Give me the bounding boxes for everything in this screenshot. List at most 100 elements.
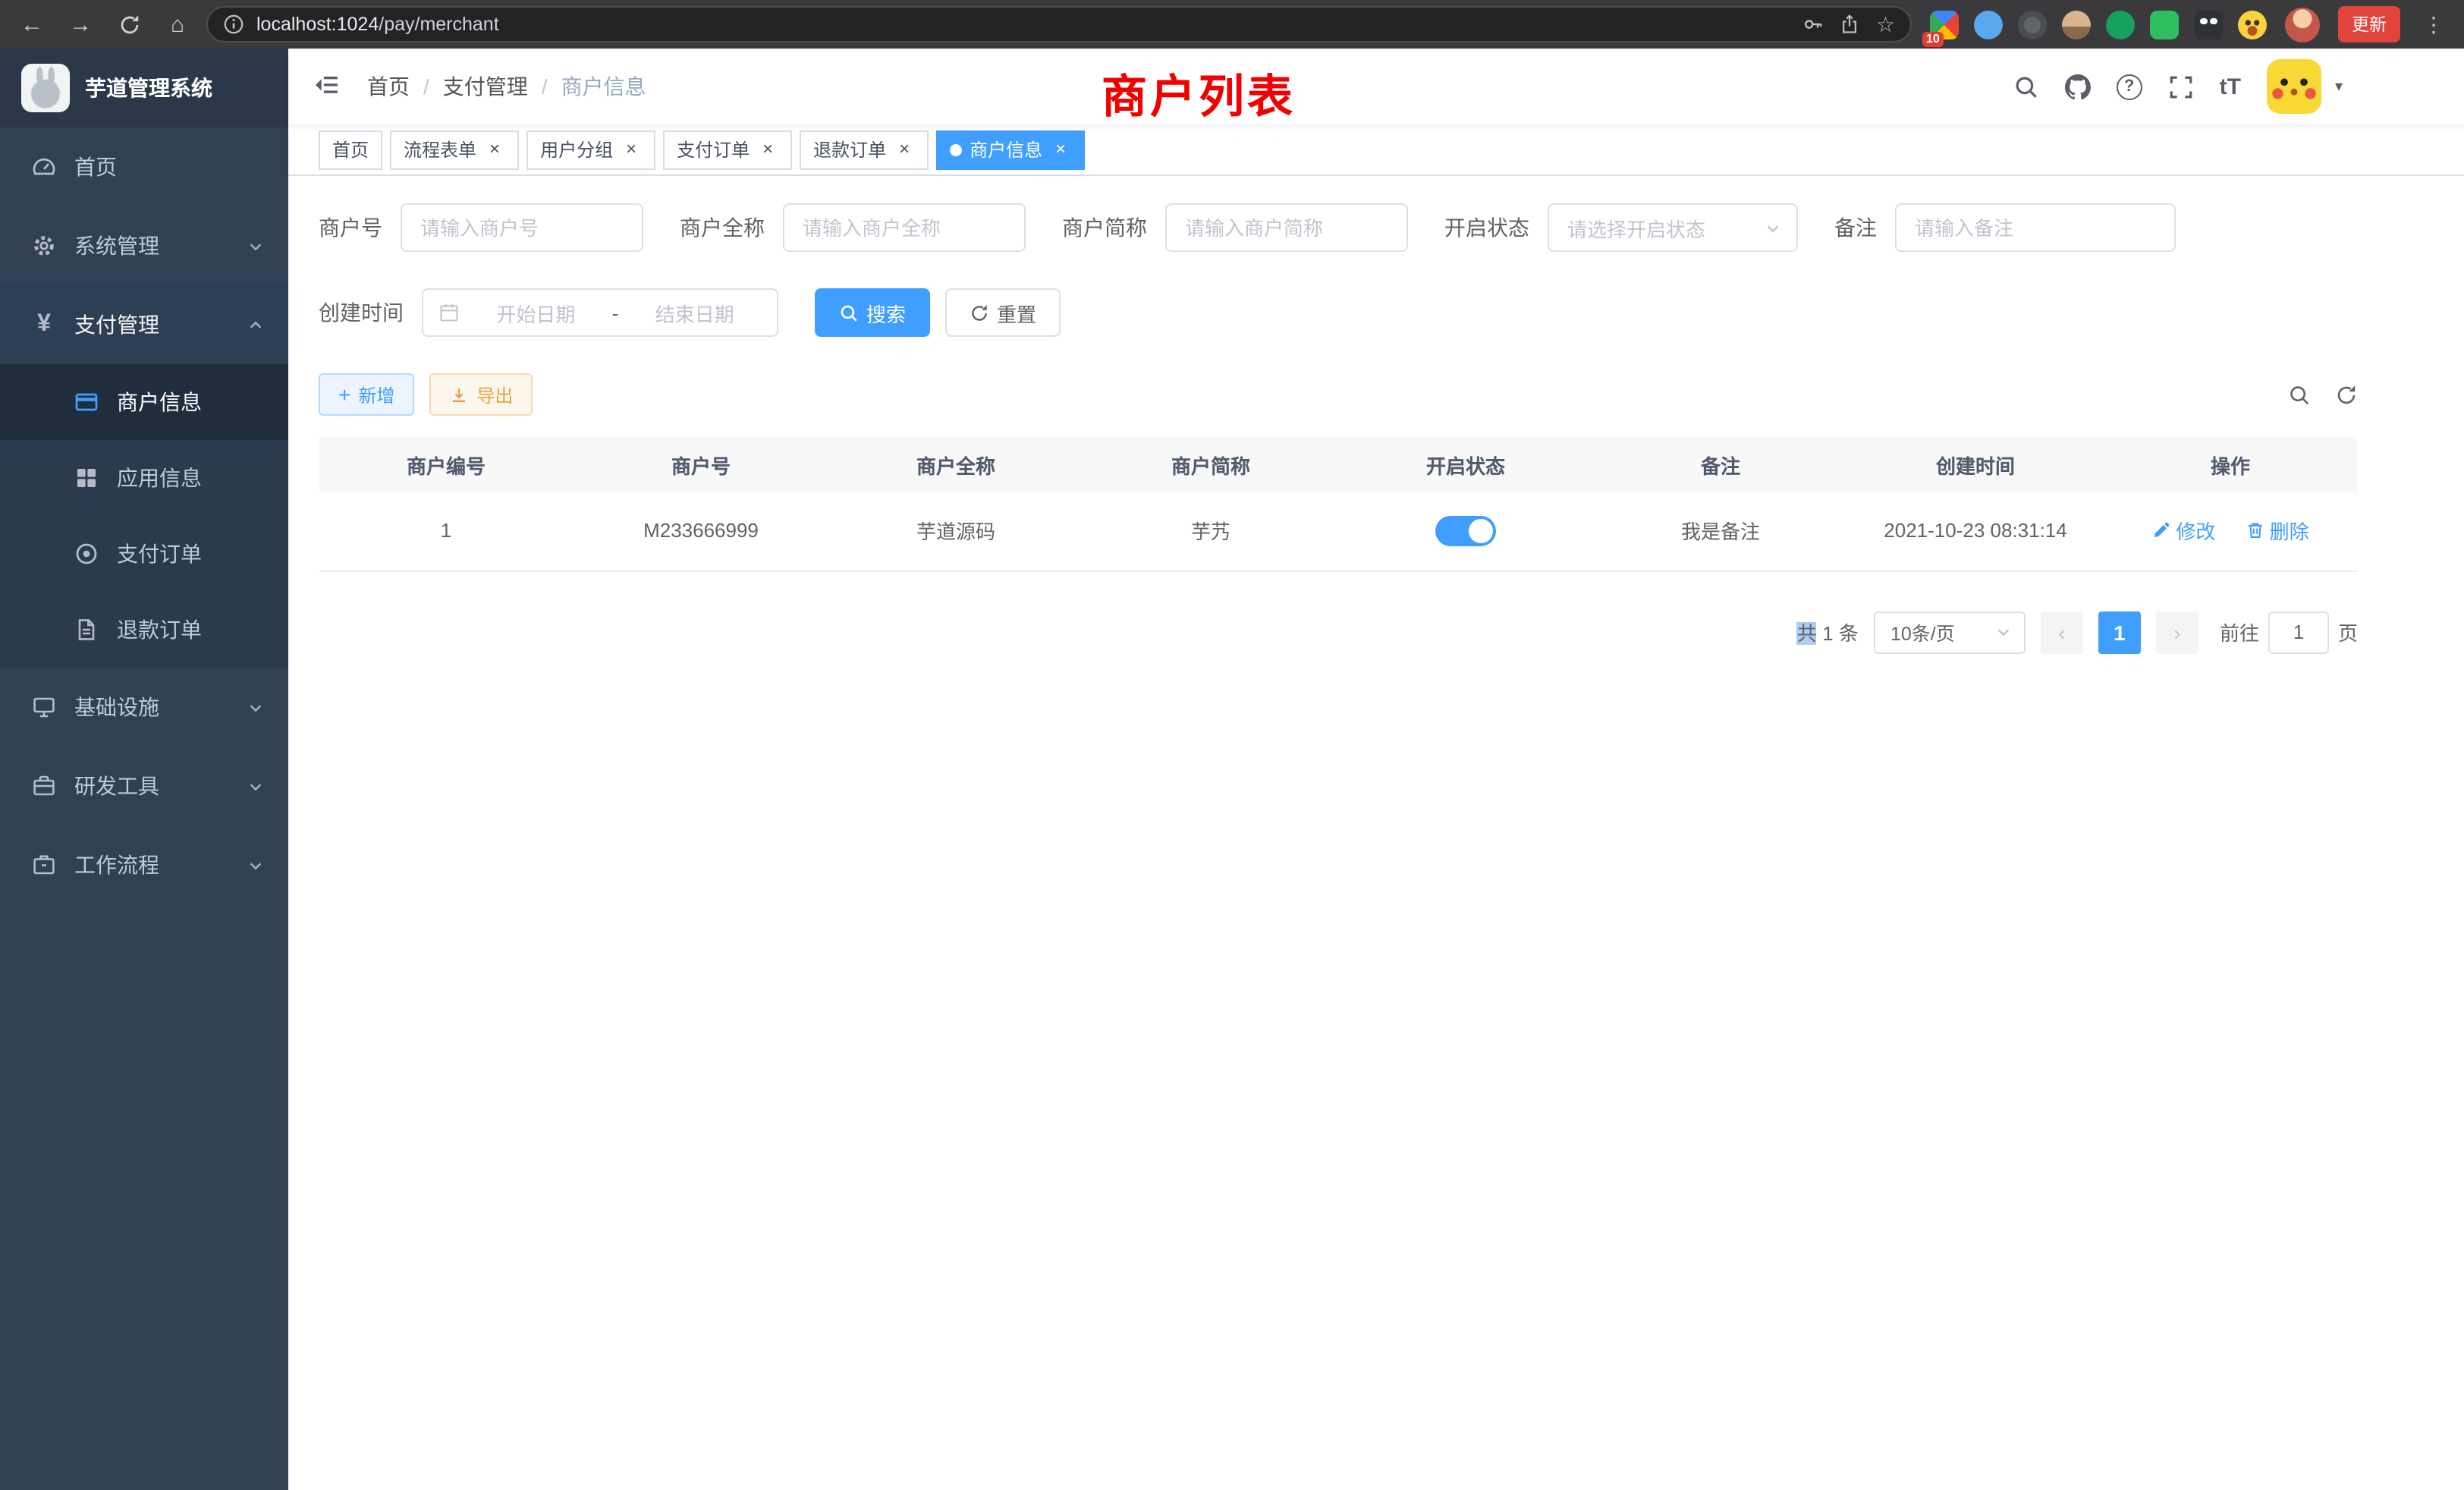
reset-button-label: 重置: [997, 298, 1036, 327]
tab-refund-order[interactable]: 退款订单×: [800, 130, 929, 169]
create-time-range-picker[interactable]: 开始日期 - 结束日期: [422, 288, 778, 337]
url-text[interactable]: localhost:1024/pay/merchant: [256, 14, 1791, 35]
tab-merchant-info[interactable]: 商户信息×: [936, 130, 1085, 169]
chevron-down-icon: [247, 699, 264, 715]
tab-user-group[interactable]: 用户分组 ×: [526, 130, 655, 169]
remark-input[interactable]: [1895, 203, 2176, 252]
help-icon[interactable]: ?: [2117, 74, 2142, 99]
extension-tampermonkey-icon[interactable]: [2194, 10, 2223, 39]
tab-label: 用户分组: [540, 137, 613, 162]
address-bar[interactable]: localhost:1024/pay/merchant ☆: [206, 6, 1912, 42]
font-size-icon[interactable]: tT: [2220, 74, 2241, 99]
column-header-actions: 操作: [2103, 437, 2358, 492]
tab-label: 首页: [332, 137, 369, 162]
close-icon[interactable]: ×: [894, 139, 915, 160]
sidebar-item-app-info[interactable]: 应用信息: [0, 440, 288, 516]
user-avatar-pikachu[interactable]: [2267, 59, 2321, 114]
full-name-input[interactable]: [783, 203, 1026, 252]
extension-blue-icon[interactable]: [1974, 10, 2003, 39]
browser-profile-avatar[interactable]: [2285, 7, 2320, 42]
target-icon: [73, 542, 100, 566]
bookmark-star-icon[interactable]: ☆: [1876, 14, 1895, 35]
red-annotation-title: 商户列表: [1102, 59, 1296, 126]
plus-icon: +: [338, 384, 350, 405]
browser-home-button[interactable]: ⌂: [164, 13, 191, 36]
next-page-button[interactable]: ›: [2156, 611, 2198, 653]
extension-avatar-icon[interactable]: [2062, 10, 2091, 39]
sidebar-logo-row[interactable]: 芋道管理系统: [0, 49, 288, 127]
page-size-value: 10条/页: [1890, 618, 1955, 646]
tab-process-form[interactable]: 流程表单×: [390, 130, 519, 169]
merchant-no-input[interactable]: [401, 203, 643, 252]
browser-menu-button[interactable]: ⋮: [2418, 11, 2449, 37]
avatar-caret-down-icon[interactable]: ▾: [2335, 78, 2343, 95]
toggle-search-icon[interactable]: [2288, 383, 2311, 406]
search-button[interactable]: 搜索: [815, 288, 930, 337]
start-date-input[interactable]: 开始日期: [469, 298, 603, 327]
github-icon[interactable]: [2065, 74, 2091, 99]
delete-link[interactable]: 删除: [2246, 517, 2309, 545]
close-icon[interactable]: ×: [757, 139, 778, 160]
short-name-label: 商户简称: [1062, 212, 1147, 243]
sidebar-item-payment[interactable]: ¥ 支付管理: [0, 285, 288, 364]
sidebar-item-refund-order[interactable]: 退款订单: [0, 592, 288, 668]
sidebar-item-dev-tools[interactable]: 研发工具: [0, 747, 288, 825]
sidebar-item-home[interactable]: 首页: [0, 127, 288, 206]
browser-refresh-button[interactable]: [115, 13, 143, 36]
reset-button[interactable]: 重置: [945, 288, 1061, 337]
browser-forward-button[interactable]: →: [67, 13, 94, 36]
sidebar-item-system[interactable]: 系统管理: [0, 206, 288, 285]
prev-page-button[interactable]: ‹: [2041, 611, 2083, 653]
browser-update-button[interactable]: 更新: [2338, 6, 2400, 42]
short-name-input[interactable]: [1165, 203, 1408, 252]
monitor-icon: [30, 695, 58, 719]
tab-home[interactable]: 首页: [319, 130, 382, 169]
browser-back-button[interactable]: ←: [18, 13, 46, 36]
extension-green-circle-icon[interactable]: [2106, 10, 2135, 39]
close-icon[interactable]: ×: [484, 139, 505, 160]
sidebar-fold-icon[interactable]: [313, 71, 343, 102]
export-button[interactable]: 导出: [429, 373, 533, 416]
page-size-select[interactable]: 10条/页: [1874, 611, 2026, 653]
cell-index: 1: [319, 492, 574, 571]
end-date-input[interactable]: 结束日期: [627, 298, 762, 327]
export-button-label: 导出: [476, 382, 513, 407]
extension-green-square-icon[interactable]: [2150, 10, 2179, 39]
edit-link[interactable]: 修改: [2151, 517, 2215, 545]
status-toggle[interactable]: [1435, 516, 1496, 546]
sidebar-item-label: 商户信息: [117, 387, 202, 417]
cell-short-name: 芋艿: [1083, 492, 1338, 571]
breadcrumb-home[interactable]: 首页: [367, 71, 410, 102]
page-number-button[interactable]: 1: [2098, 611, 2141, 653]
extension-grid-icon[interactable]: 10: [1930, 10, 1959, 39]
tab-pay-order[interactable]: 支付订单×: [663, 130, 792, 169]
add-button[interactable]: + 新增: [319, 373, 414, 416]
breadcrumb-payment[interactable]: 支付管理: [443, 71, 528, 102]
header-search-icon[interactable]: [2013, 74, 2039, 99]
goto-page-input[interactable]: [2268, 611, 2329, 653]
sidebar-item-workflow[interactable]: 工作流程: [0, 825, 288, 904]
sidebar-item-merchant-info[interactable]: 商户信息: [0, 364, 288, 440]
search-button-label: 搜索: [866, 298, 906, 327]
close-icon[interactable]: ×: [621, 139, 642, 160]
cell-remark: 我是备注: [1593, 492, 1848, 571]
refresh-table-icon[interactable]: [2335, 383, 2358, 406]
password-key-icon[interactable]: [1803, 14, 1824, 35]
sidebar-item-pay-order[interactable]: 支付订单: [0, 516, 288, 592]
merchant-table: 商户编号 商户号 商户全称 商户简称 开启状态 备注 创建时间 操作 1: [319, 437, 2358, 571]
column-header-merchant-no: 商户号: [574, 437, 828, 492]
cell-status: [1338, 492, 1593, 571]
sidebar-item-label: 系统管理: [74, 231, 159, 261]
chevron-down-icon: [1765, 219, 1781, 236]
top-navbar: 首页 / 支付管理 / 商户信息 商户列表 ?: [288, 49, 2464, 124]
status-select[interactable]: 请选择开启状态: [1548, 203, 1798, 252]
extension-dark-circle-icon[interactable]: [2018, 10, 2047, 39]
extension-emoji-icon[interactable]: [2238, 10, 2267, 39]
total-suffix: 条: [1839, 622, 1859, 645]
fullscreen-icon[interactable]: [2168, 74, 2194, 99]
close-icon[interactable]: ×: [1050, 139, 1071, 160]
share-icon[interactable]: [1840, 14, 1861, 35]
page-info-icon[interactable]: [223, 14, 244, 35]
sidebar-item-label: 应用信息: [117, 463, 202, 493]
sidebar-item-infrastructure[interactable]: 基础设施: [0, 668, 288, 747]
